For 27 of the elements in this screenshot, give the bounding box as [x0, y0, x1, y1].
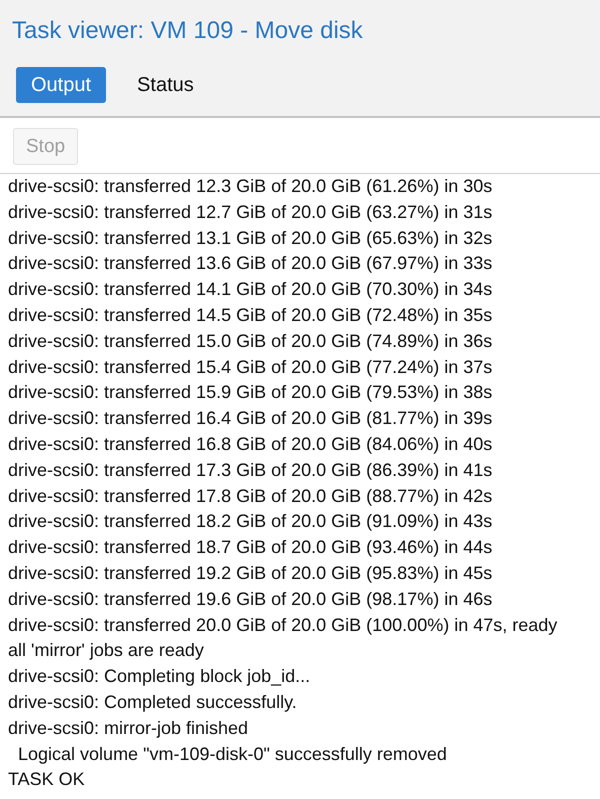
- log-line: TASK OK: [8, 768, 86, 792]
- log-line: drive-scsi0: Completing block job_id...: [8, 665, 312, 688]
- log-line: drive-scsi0: transferred 16.8 GiB of 20.0 GiB (84.06%) in 40s: [8, 432, 494, 456]
- log-line: drive-scsi0: transferred 13.1 GiB of 20.0 GiB (65.63%) in 32s: [8, 226, 494, 250]
- log-line: drive-scsi0: transferred 13.6 GiB of 20.0 GiB (67.97%) in 33s: [8, 252, 494, 276]
- tab[interactable]: Output: [16, 67, 106, 103]
- log-line: drive-scsi0: Completed successfully.: [8, 690, 298, 714]
- log-line: drive-scsi0: transferred 12.7 GiB of 20.0 GiB (63.27%) in 31s: [8, 200, 494, 224]
- log-line: drive-scsi0: transferred 14.1 GiB of 20.0 GiB (70.30%) in 34s: [8, 278, 494, 302]
- log-line: drive-scsi0: transferred 15.0 GiB of 20.0 GiB (74.89%) in 36s: [8, 330, 494, 353]
- log-line: drive-scsi0: transferred 18.7 GiB of 20.0 GiB (93.46%) in 44s: [8, 536, 494, 560]
- log-line: drive-scsi0: transferred 17.3 GiB of 20.0 GiB (86.39%) in 41s: [8, 458, 494, 482]
- log-line: drive-scsi0: transferred 12.3 GiB of 20.0 GiB (61.26%) in 30s: [8, 175, 494, 198]
- log-line: drive-scsi0: transferred 14.5 GiB of 20.0 GiB (72.48%) in 35s: [8, 304, 494, 327]
- log-line: drive-scsi0: transferred 16.4 GiB of 20.0 GiB (81.77%) in 39s: [8, 407, 494, 430]
- tab[interactable]: Status: [122, 67, 209, 103]
- log-line: drive-scsi0: transferred 15.9 GiB of 20.0 GiB (79.53%) in 38s: [8, 381, 494, 404]
- log-line: drive-scsi0: mirror-job finished: [8, 716, 250, 740]
- window-title: Task viewer: VM 109 - Move disk: [12, 16, 364, 46]
- log-line: all 'mirror' jobs are ready: [8, 639, 205, 662]
- log-line: drive-scsi0: transferred 15.4 GiB of 20.0 GiB (77.24%) in 37s: [8, 356, 494, 379]
- log-line: drive-scsi0: transferred 19.2 GiB of 20.0 GiB (95.83%) in 45s: [8, 562, 494, 585]
- log-line: drive-scsi0: transferred 18.2 GiB of 20.0 GiB (91.09%) in 43s: [8, 510, 494, 534]
- log-line: drive-scsi0: transferred 19.6 GiB of 20.0 GiB (98.17%) in 46s: [8, 588, 494, 611]
- log-line: drive-scsi0: transferred 20.0 GiB of 20.0 GiB (100.00%) in 47s, ready: [8, 614, 558, 637]
- log-line: drive-scsi0: transferred 17.8 GiB of 20.0 GiB (88.77%) in 42s: [8, 484, 494, 508]
- log-line: Logical volume "vm-109-disk-0" successfully removed: [17, 742, 448, 766]
